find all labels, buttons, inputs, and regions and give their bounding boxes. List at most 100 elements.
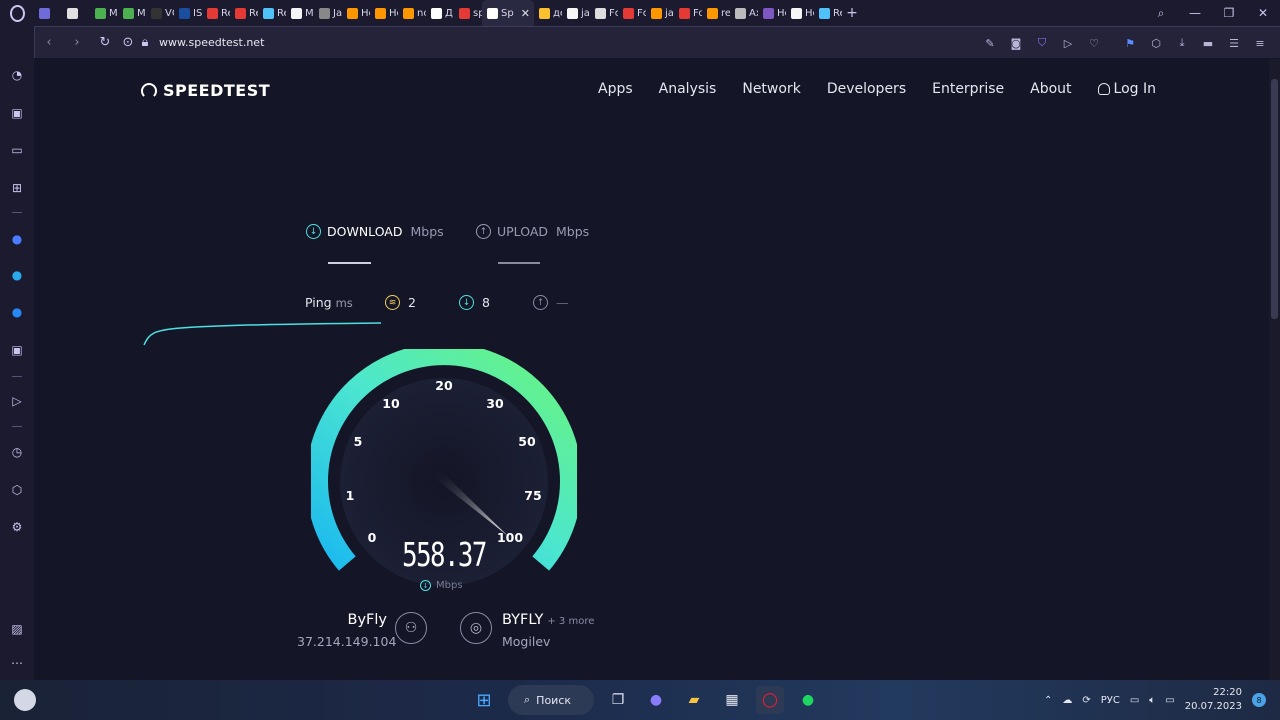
- browser-tab[interactable]: Re: [230, 0, 258, 26]
- scrollbar-thumb[interactable]: [1271, 79, 1278, 319]
- minimize-button[interactable]: —: [1178, 6, 1212, 20]
- opera-menu-button[interactable]: [0, 0, 34, 26]
- forward-button[interactable]: ›: [63, 35, 91, 50]
- gallery-icon[interactable]: ▨: [8, 620, 26, 638]
- browser-tab[interactable]: Sp ✕: [482, 0, 534, 26]
- microsoft-store-icon[interactable]: ▦: [718, 686, 746, 714]
- teams-chat-icon[interactable]: ●: [642, 686, 670, 714]
- browser-tab[interactable]: [34, 0, 62, 26]
- change-server-link[interactable]: + 3 more: [547, 616, 594, 627]
- clock[interactable]: 22:20 20.07.2023: [1185, 686, 1242, 714]
- browser-tab[interactable]: M: [286, 0, 314, 26]
- browser-tab[interactable]: ja: [562, 0, 590, 26]
- browser-tab[interactable]: Hc: [370, 0, 398, 26]
- shopping-icon[interactable]: ▣: [8, 104, 26, 122]
- nav-network[interactable]: Network: [742, 81, 800, 97]
- system-tray: ⌃ ☁ ⟳ РУС ▭ 🔈︎ ▭ 22:20 20.07.2023 8: [1044, 680, 1266, 720]
- browser-tab[interactable]: Ax: [730, 0, 758, 26]
- settings-icon[interactable]: ⚙: [8, 518, 26, 536]
- notification-badge[interactable]: 8: [1252, 693, 1266, 707]
- login-link[interactable]: Log In: [1097, 81, 1156, 97]
- history-icon[interactable]: ◷: [8, 443, 26, 461]
- browser-tab[interactable]: IS: [174, 0, 202, 26]
- menu-icon[interactable]: ≡: [1254, 37, 1266, 50]
- spotify-icon[interactable]: ●: [794, 686, 822, 714]
- browser-tab[interactable]: M: [90, 0, 118, 26]
- nav-about[interactable]: About: [1030, 81, 1071, 97]
- close-window-button[interactable]: ✕: [1246, 6, 1280, 20]
- browser-tab[interactable]: Hc: [786, 0, 814, 26]
- task-view-icon[interactable]: ❐: [604, 686, 632, 714]
- new-tab-button[interactable]: +: [842, 5, 862, 21]
- nav-analysis[interactable]: Analysis: [659, 81, 717, 97]
- browser-tab[interactable]: де: [534, 0, 562, 26]
- browser-tab[interactable]: VC: [146, 0, 174, 26]
- browser-tab[interactable]: Re: [258, 0, 286, 26]
- lock-icon[interactable]: 🔒︎: [137, 35, 153, 50]
- start-button[interactable]: ⊞: [470, 686, 498, 714]
- more-icon[interactable]: ⋯: [8, 654, 26, 672]
- nav-developers[interactable]: Developers: [827, 81, 906, 97]
- cube-icon[interactable]: ⬡: [8, 481, 26, 499]
- isp-info: ByFly 37.214.149.104: [297, 612, 397, 649]
- ad-blocker-icon[interactable]: ⚑: [1124, 37, 1136, 50]
- windows-taskbar: ⊞ ⌕ Поиск ❐ ● ▰ ▦ ◯ ● ⌃ ☁ ⟳ РУС ▭ 🔈︎ ▭ 2…: [0, 680, 1280, 720]
- browser-tab[interactable]: re: [702, 0, 730, 26]
- speedtest-logo[interactable]: SPEEDTEST: [141, 81, 270, 100]
- tray-overflow-icon[interactable]: ⌃: [1044, 695, 1052, 706]
- discord-icon[interactable]: ▣: [8, 341, 26, 359]
- search-tabs-icon[interactable]: ⌕: [1144, 6, 1178, 21]
- back-button[interactable]: ‹: [35, 35, 63, 50]
- speed-dial-icon[interactable]: ◔: [8, 66, 26, 84]
- easy-setup-icon[interactable]: ☰: [1228, 37, 1240, 50]
- language-indicator[interactable]: РУС: [1101, 695, 1120, 706]
- taskbar-search[interactable]: ⌕ Поиск: [508, 685, 594, 715]
- opera-taskbar-icon[interactable]: ◯: [756, 686, 784, 714]
- browser-tab[interactable]: Hc: [758, 0, 786, 26]
- browser-tab[interactable]: Hc: [342, 0, 370, 26]
- browser-tab[interactable]: Fo: [674, 0, 702, 26]
- page-scrollbar[interactable]: [1269, 59, 1280, 680]
- download-icon[interactable]: ⤓: [1176, 36, 1188, 50]
- vk-icon[interactable]: ●: [8, 303, 26, 321]
- maximize-button[interactable]: ❐: [1212, 6, 1246, 20]
- sync-icon[interactable]: ⟳: [1082, 695, 1090, 706]
- extensions-icon[interactable]: ⊞: [8, 179, 26, 197]
- nav-apps[interactable]: Apps: [598, 81, 633, 97]
- player-icon[interactable]: ▷: [8, 392, 26, 410]
- reload-button[interactable]: ↻: [91, 35, 119, 50]
- edit-icon[interactable]: ✎: [984, 37, 996, 50]
- server-info[interactable]: BYFLY + 3 more Mogilev: [502, 612, 594, 649]
- browser-tab[interactable]: Re: [202, 0, 230, 26]
- display-icon[interactable]: ▭: [1130, 695, 1139, 706]
- camera-icon[interactable]: ◙: [1010, 37, 1022, 50]
- url-field[interactable]: www.speedtest.net: [159, 36, 264, 49]
- browser-tab[interactable]: sp: [454, 0, 482, 26]
- browser-tab[interactable]: jav: [646, 0, 674, 26]
- volume-icon[interactable]: 🔈︎: [1149, 695, 1155, 706]
- browser-tab[interactable]: Ja: [314, 0, 342, 26]
- send-icon[interactable]: ▷: [1062, 37, 1074, 50]
- weather-icon[interactable]: [14, 689, 36, 711]
- telegram-icon[interactable]: ●: [8, 266, 26, 284]
- file-explorer-icon[interactable]: ▰: [680, 686, 708, 714]
- battery-icon[interactable]: ▭: [1165, 695, 1174, 706]
- onedrive-icon[interactable]: ☁: [1062, 695, 1072, 706]
- browser-tab[interactable]: Re: [814, 0, 842, 26]
- browser-tab[interactable]: [62, 0, 90, 26]
- battery-saver-icon[interactable]: ▬: [1202, 37, 1214, 50]
- twitch-icon[interactable]: ▭: [8, 141, 26, 159]
- gauge-tick-20: 20: [435, 378, 453, 393]
- site-info-icon[interactable]: ⊙: [119, 35, 137, 50]
- browser-tab[interactable]: M: [118, 0, 146, 26]
- browser-tab[interactable]: Fc: [618, 0, 646, 26]
- box-icon[interactable]: ⬡: [1150, 37, 1162, 50]
- browser-tab[interactable]: nc: [398, 0, 426, 26]
- browser-tab[interactable]: Д: [426, 0, 454, 26]
- heart-icon[interactable]: ♡: [1088, 37, 1100, 50]
- close-tab-icon[interactable]: ✕: [521, 7, 530, 20]
- nav-enterprise[interactable]: Enterprise: [932, 81, 1004, 97]
- vpn-shield-icon[interactable]: ⛉: [1036, 36, 1048, 50]
- browser-tab[interactable]: Fc: [590, 0, 618, 26]
- messenger-icon[interactable]: ●: [8, 230, 26, 248]
